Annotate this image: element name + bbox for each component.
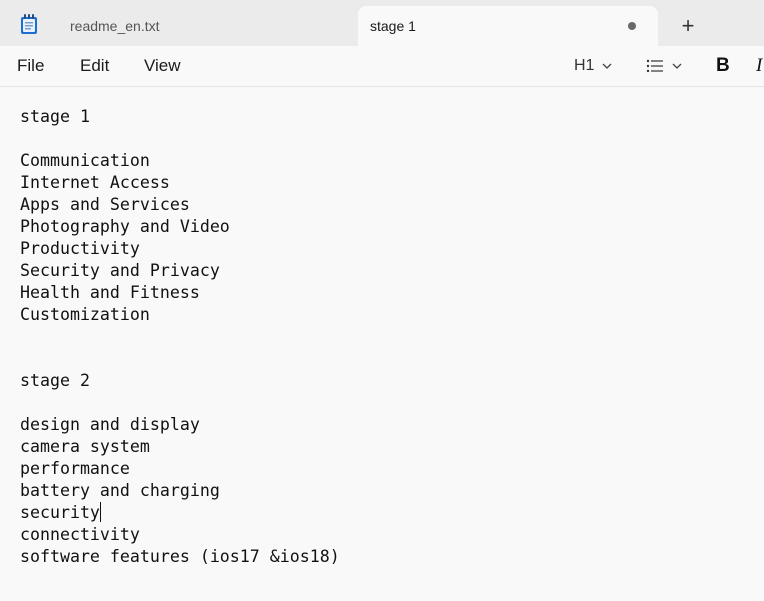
text-caret — [99, 502, 101, 522]
menu-bar: File Edit View H1 B I — [0, 46, 764, 87]
list-dropdown[interactable] — [646, 54, 682, 78]
italic-icon: I — [756, 55, 763, 76]
tab-stage-1[interactable]: stage 1 — [358, 6, 658, 46]
editor-line: Customization — [20, 305, 150, 324]
editor-line: Photography and Video — [20, 217, 230, 236]
editor-line: connectivity — [20, 525, 140, 544]
editor-line: security — [20, 502, 101, 522]
editor-line: camera system — [20, 437, 150, 456]
notepad-app-icon — [21, 14, 37, 34]
chevron-down-icon — [602, 63, 612, 69]
plus-icon: + — [681, 13, 695, 38]
bullet-list-icon — [646, 59, 663, 73]
editor-line: performance — [20, 459, 130, 478]
editor-line: Apps and Services — [20, 195, 190, 214]
tab-label: stage 1 — [370, 18, 416, 34]
new-tab-button[interactable]: + — [672, 10, 704, 42]
editor-line: Internet Access — [20, 173, 170, 192]
heading-label: H1 — [574, 57, 595, 74]
chevron-down-icon — [672, 63, 682, 69]
bold-button[interactable]: B — [716, 54, 730, 78]
editor-line: Productivity — [20, 239, 140, 258]
editor-line: stage 2 — [20, 371, 90, 390]
menu-file[interactable]: File — [17, 56, 44, 76]
editor-line: Health and Fitness — [20, 283, 200, 302]
italic-button[interactable]: I — [756, 54, 762, 78]
text-editor[interactable]: stage 1 Communication Internet Access Apps … — [20, 106, 764, 568]
menu-edit[interactable]: Edit — [80, 56, 109, 76]
tab-readme-en[interactable]: readme_en.txt — [52, 6, 352, 46]
editor-line: stage 1 — [20, 107, 90, 126]
tab-label: readme_en.txt — [70, 18, 160, 34]
editor-line: battery and charging — [20, 481, 220, 500]
tab-strip: readme_en.txt stage 1 + — [0, 0, 764, 46]
heading-dropdown[interactable]: H1 — [574, 54, 612, 78]
editor-line: Security and Privacy — [20, 261, 220, 280]
editor-line: design and display — [20, 415, 200, 434]
editor-line: software features (ios17 &ios18) — [20, 547, 340, 566]
editor-line: Communication — [20, 151, 150, 170]
unsaved-dot-icon[interactable] — [628, 22, 636, 30]
bold-icon: B — [716, 55, 730, 76]
menu-view[interactable]: View — [144, 56, 181, 76]
